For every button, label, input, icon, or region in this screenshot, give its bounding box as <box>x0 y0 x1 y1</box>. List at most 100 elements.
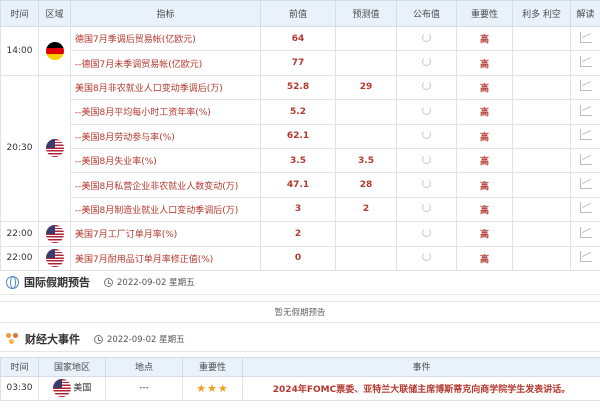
usa-flag-icon <box>52 379 71 398</box>
usa-flag-icon <box>45 139 64 158</box>
table-row: --德国7月未季调贸易帐(亿欧元) 77 高 <box>1 50 600 76</box>
region-cell <box>38 245 71 271</box>
loading-spinner-icon <box>422 81 431 91</box>
chart-icon[interactable] <box>579 56 592 68</box>
loading-spinner-icon <box>422 105 431 115</box>
table-row: --美国8月劳动参与率(%) 62.1 高 <box>1 123 600 149</box>
chart-icon[interactable] <box>579 178 592 190</box>
importance-value: 高 <box>456 50 513 76</box>
indicator-link[interactable]: 美国7月工厂订单月率(%) <box>70 221 261 247</box>
bull-bear-value <box>512 25 571 52</box>
chart-icon[interactable] <box>579 202 592 214</box>
holiday-section-header: 国际假期预告 2022-09-02 星期五 <box>0 271 600 295</box>
forecast-value <box>335 123 397 149</box>
analysis-cell[interactable] <box>570 196 600 223</box>
table-row: --美国8月失业率(%) 3.5 3.5 高 <box>1 147 600 174</box>
actual-value <box>396 25 457 52</box>
previous-value: 0 <box>260 245 336 271</box>
row-time: 22:00 <box>0 221 39 247</box>
bull-bear-value <box>512 74 571 101</box>
event-country: 美国 <box>38 375 106 401</box>
col-analysis: 解读 <box>570 0 600 27</box>
table-row: 14:00 德国7月季调后贸易帐(亿欧元) 64 高 <box>0 25 600 76</box>
analysis-cell[interactable] <box>570 172 600 198</box>
importance-value: 高 <box>456 172 513 198</box>
analysis-cell[interactable] <box>570 245 600 271</box>
table-row: --美国8月制造业就业人口变动季调后(万) 3 2 高 <box>1 196 600 223</box>
row-time: 20:30 <box>0 74 39 223</box>
previous-value: 2 <box>260 221 336 247</box>
indicator-link[interactable]: 美国7月耐用品订单月率修正值(%) <box>70 245 261 271</box>
chart-icon[interactable] <box>579 80 592 92</box>
previous-value: 77 <box>260 50 336 76</box>
economic-calendar-table: 时间 区域 指标 前值 预测值 公布值 重要性 利多 利空 解读 14:00 德… <box>0 0 600 271</box>
row-time: 22:00 <box>0 245 39 271</box>
chart-icon[interactable] <box>579 153 592 165</box>
analysis-cell[interactable] <box>570 123 600 149</box>
forecast-value: 28 <box>335 172 397 198</box>
indicator-link[interactable]: --德国7月未季调贸易帐(亿欧元) <box>70 50 261 76</box>
col-importance: 重要性 <box>456 0 513 27</box>
indicator-link[interactable]: --美国8月私营企业非农就业人数变动(万) <box>70 172 261 198</box>
indicator-link[interactable]: --美国8月制造业就业人口变动季调后(万) <box>70 196 261 223</box>
event-time: 03:30 <box>0 375 39 401</box>
chart-icon[interactable] <box>579 251 592 263</box>
analysis-cell[interactable] <box>570 221 600 247</box>
analysis-cell[interactable] <box>570 74 600 101</box>
importance-value: 高 <box>456 25 513 52</box>
loading-spinner-icon <box>422 57 431 67</box>
indicator-link[interactable]: 美国8月非农就业人口变动季调后(万) <box>70 74 261 101</box>
forecast-value: 3.5 <box>335 147 397 174</box>
ev-col-importance: 重要性 <box>182 356 243 377</box>
region-cell <box>38 26 71 76</box>
indicator-link[interactable]: --美国8月失业率(%) <box>70 147 261 174</box>
chart-icon[interactable] <box>579 129 592 141</box>
loading-spinner-icon <box>422 32 431 42</box>
chart-icon[interactable] <box>579 104 592 116</box>
col-bull-bear: 利多 利空 <box>512 0 571 27</box>
indicator-link[interactable]: --美国8月劳动参与率(%) <box>70 123 261 149</box>
importance-value: 高 <box>456 147 513 174</box>
holiday-section-title: 国际假期预告 <box>24 276 90 290</box>
bull-bear-value <box>512 196 571 223</box>
forecast-value <box>335 25 397 52</box>
previous-value: 62.1 <box>260 123 336 149</box>
events-logo-icon <box>6 333 20 345</box>
analysis-cell[interactable] <box>570 25 600 52</box>
row-time: 14:00 <box>0 26 39 76</box>
actual-value <box>396 99 457 125</box>
table-row: 03:30 美国 --- ★★★ 2024年FOMC票委、亚特兰大联储主席博斯蒂… <box>0 375 600 401</box>
table-row: --美国8月平均每小时工资年率(%) 5.2 高 <box>1 99 600 125</box>
region-cell <box>38 221 71 247</box>
holiday-date: 2022-09-02 星期五 <box>117 278 195 289</box>
loading-spinner-icon <box>422 252 431 262</box>
actual-value <box>396 172 457 198</box>
region-cell <box>38 74 71 223</box>
actual-value <box>396 74 457 101</box>
indicator-link[interactable]: 德国7月季调后贸易帐(亿欧元) <box>70 25 261 52</box>
event-description[interactable]: 2024年FOMC票委、亚特兰大联储主席博斯蒂克向商学院学生发表讲话。 <box>242 375 600 401</box>
forecast-value <box>335 221 397 247</box>
ev-col-country: 国家地区 <box>38 356 106 377</box>
actual-value <box>396 147 457 174</box>
forecast-value <box>335 245 397 271</box>
bull-bear-value <box>512 221 571 247</box>
bull-bear-value <box>512 123 571 149</box>
col-actual: 公布值 <box>396 0 457 27</box>
forecast-value: 2 <box>335 196 397 223</box>
chart-icon[interactable] <box>579 226 592 238</box>
indicator-link[interactable]: --美国8月平均每小时工资年率(%) <box>70 99 261 125</box>
table-row: --美国8月私营企业非农就业人数变动(万) 47.1 28 高 <box>1 172 600 198</box>
event-importance: ★★★ <box>182 375 243 401</box>
analysis-cell[interactable] <box>570 147 600 174</box>
analysis-cell[interactable] <box>570 50 600 76</box>
chart-icon[interactable] <box>579 31 592 43</box>
actual-value <box>396 221 457 247</box>
events-header-row: 时间 国家地区 地点 重要性 事件 <box>0 356 600 377</box>
importance-value: 高 <box>456 245 513 271</box>
analysis-cell[interactable] <box>570 99 600 125</box>
table-row: 22:00 美国7月工厂订单月率(%) 2 高 <box>0 221 600 247</box>
bull-bear-value <box>512 99 571 125</box>
ev-col-time: 时间 <box>0 356 39 377</box>
globe-icon <box>6 275 19 289</box>
